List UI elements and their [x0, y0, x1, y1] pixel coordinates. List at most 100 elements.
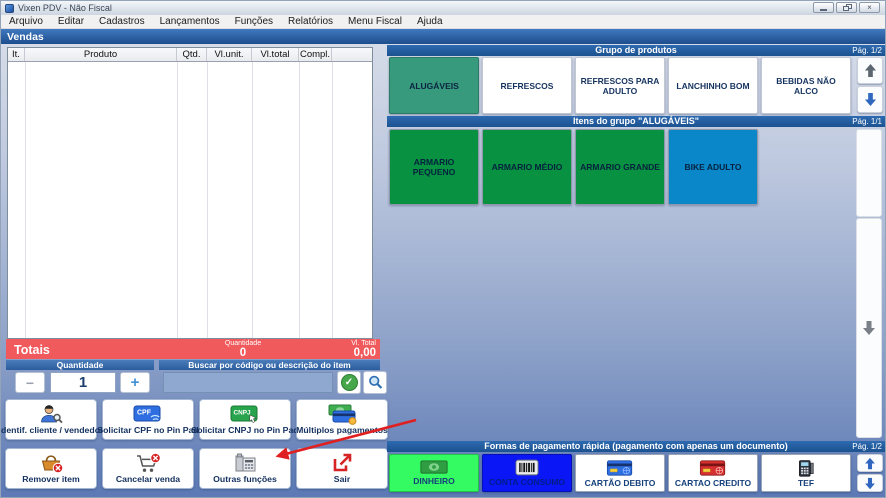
payment-label: DINHEIRO [413, 476, 455, 486]
table-column-line [207, 62, 208, 338]
multiple-payments-button[interactable]: Múltiplos pagamentos [296, 399, 388, 440]
table-header-row: It. Produto Qtd. Vl.unit. Vl.total Compl… [8, 48, 372, 62]
menu-item-arquivo[interactable]: Arquivo [9, 16, 43, 27]
items-scroll-up-button[interactable] [856, 129, 882, 217]
cpf-card-icon: CPF [133, 404, 163, 425]
button-label: Cancelar venda [116, 475, 180, 484]
payment-button-cartao-credito[interactable]: CARTAO CREDITO [668, 454, 758, 492]
payments-scroll-down-button[interactable] [857, 474, 883, 492]
group-items-page: Pág. 1/1 [852, 116, 882, 127]
payment-label: TEF [798, 478, 814, 488]
payment-label: CARTAO CREDITO [675, 478, 751, 488]
sale-items-table: It. Produto Qtd. Vl.unit. Vl.total Compl… [7, 47, 373, 339]
request-cpf-pinpad-button[interactable]: CPF Solicitar CPF no Pin Pad [102, 399, 194, 440]
plus-icon: + [131, 374, 140, 391]
arrow-up-icon [864, 457, 876, 470]
app-window: Vixen PDV - Não Fiscal × Arquivo Editar … [0, 0, 886, 498]
item-button-armario-pequeno[interactable]: ARMARIO PEQUENO [389, 129, 479, 205]
payments-scroll-up-button[interactable] [857, 454, 883, 472]
remove-item-button[interactable]: Remover item [5, 448, 97, 489]
arrow-down-icon [864, 477, 876, 490]
payment-button-cartao-debito[interactable]: CARTÃO DEBITO [575, 454, 665, 492]
item-button-armario-grande[interactable]: ARMARIO GRANDE [575, 129, 665, 205]
menu-item-relatorios[interactable]: Relatórios [288, 16, 333, 27]
search-input[interactable] [163, 372, 333, 393]
button-label: Remover item [22, 475, 79, 484]
menu-item-funcoes[interactable]: Funções [235, 16, 273, 27]
close-button[interactable]: × [859, 2, 880, 13]
quantity-decrease-button[interactable]: − [15, 372, 45, 393]
other-functions-icon [232, 452, 259, 474]
payment-button-tef[interactable]: TEF [761, 454, 851, 492]
arrow-down-icon [862, 320, 876, 336]
column-header-it: It. [8, 48, 25, 61]
payment-label: CONTA CONSUMO [489, 477, 565, 487]
group-button-refrescos-adulto[interactable]: REFRESCOS PARA ADULTO [575, 57, 665, 114]
window-title: Vixen PDV - Não Fiscal [18, 3, 112, 13]
view-title: Vendas [7, 31, 44, 43]
view-title-bar: Vendas [1, 29, 885, 44]
totals-quantity: Quantidade 0 [201, 340, 285, 359]
debit-card-icon [606, 459, 634, 477]
search-button[interactable] [363, 371, 387, 394]
column-header-vl-total: Vl.total [252, 48, 299, 61]
cancel-sale-button[interactable]: Cancelar venda [102, 448, 194, 489]
item-button-bike-adulto[interactable]: BIKE ADULTO [668, 129, 758, 205]
cpf-card-text: CPF [137, 409, 152, 416]
button-label: Solicitar CNPJ no Pin Pad [191, 426, 298, 435]
other-functions-button[interactable]: Outras funções [199, 448, 291, 489]
payment-methods-page: Pág. 1/2 [852, 441, 882, 452]
group-button-alugaveis[interactable]: ALUGÁVEIS [389, 57, 479, 114]
totals-bar: Totais Quantidade 0 Vl. Total 0,00 [6, 339, 380, 359]
menu-item-menu-fiscal[interactable]: Menu Fiscal [348, 16, 402, 27]
payment-methods-title: Formas de pagamento rápida (pagamento co… [484, 441, 788, 451]
minimize-button[interactable] [813, 2, 834, 13]
remove-item-icon [38, 452, 65, 474]
totals-label: Totais [14, 343, 50, 357]
search-panel-header: Buscar por código ou descrição do item [159, 360, 380, 370]
title-bar: Vixen PDV - Não Fiscal × [1, 1, 885, 15]
column-header-compl: Compl. [299, 48, 332, 61]
item-button-armario-medio[interactable]: ARMARIO MÉDIO [482, 129, 572, 205]
menu-item-editar[interactable]: Editar [58, 16, 84, 27]
minus-icon: − [26, 375, 34, 391]
request-cnpj-pinpad-button[interactable]: CNPJ Solicitar CNPJ no Pin Pad [199, 399, 291, 440]
confirm-search-button[interactable]: ✓ [337, 371, 361, 394]
minimize-icon [820, 9, 827, 11]
table-column-line [177, 62, 178, 338]
button-label: Outras funções [213, 475, 277, 484]
groups-scroll-up-button[interactable] [857, 57, 883, 84]
column-header-qtd: Qtd. [177, 48, 207, 61]
quantity-panel-header: Quantidade [6, 360, 154, 370]
client-area: It. Produto Qtd. Vl.unit. Vl.total Compl… [1, 44, 886, 498]
arrow-up-icon [864, 63, 877, 78]
credit-card-icon [699, 459, 727, 477]
menu-bar: Arquivo Editar Cadastros Lançamentos Fun… [1, 15, 885, 29]
table-column-line [25, 62, 26, 338]
restore-button[interactable] [836, 2, 857, 13]
groups-scroll-down-button[interactable] [857, 86, 883, 113]
column-header-extra [332, 48, 372, 61]
quantity-value-box[interactable]: 1 [50, 372, 116, 393]
group-button-lanchinho[interactable]: LANCHINHO BOM [668, 57, 758, 114]
menu-item-lancamentos[interactable]: Lançamentos [160, 16, 220, 27]
cnpj-card-text: CNPJ [233, 409, 250, 416]
group-button-bebidas[interactable]: BEBIDAS NÃO ALCO [761, 57, 851, 114]
payment-button-dinheiro[interactable]: DINHEIRO [389, 454, 479, 492]
cnpj-card-icon: CNPJ [230, 404, 260, 425]
menu-item-ajuda[interactable]: Ajuda [417, 16, 443, 27]
payment-button-conta-consumo[interactable]: CONTA CONSUMO [482, 454, 572, 492]
items-scroll-down-button[interactable] [856, 218, 882, 438]
quantity-value: 1 [79, 374, 87, 391]
quantity-increase-button[interactable]: + [120, 372, 150, 393]
restore-icon [843, 4, 851, 11]
column-header-produto: Produto [25, 48, 177, 61]
product-groups-title: Grupo de produtos [595, 45, 677, 55]
exit-button[interactable]: Sair [296, 448, 388, 489]
barcode-icon [515, 459, 539, 476]
table-column-line [332, 62, 333, 338]
identify-customer-button[interactable]: Identif. cliente / vendedor [5, 399, 97, 440]
group-button-refrescos[interactable]: REFRESCOS [482, 57, 572, 114]
menu-item-cadastros[interactable]: Cadastros [99, 16, 145, 27]
totals-quantity-value: 0 [201, 348, 285, 359]
